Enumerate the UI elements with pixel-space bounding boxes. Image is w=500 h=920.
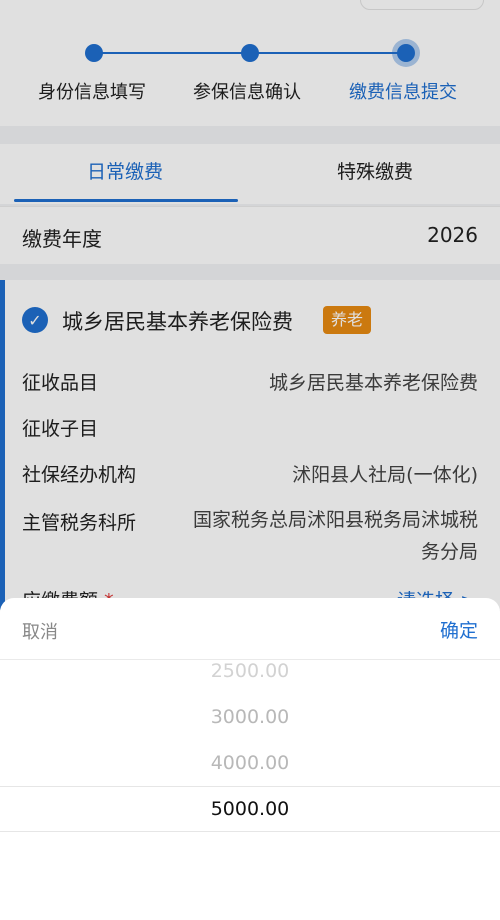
picker-option[interactable]: 4000.00 bbox=[0, 752, 500, 774]
amount-picker-sheet: 取消 确定 2500.00 3000.00 4000.00 5000.00 bbox=[0, 598, 500, 920]
picker-option[interactable]: 3000.00 bbox=[0, 706, 500, 728]
cancel-button[interactable]: 取消 bbox=[22, 618, 58, 644]
picker-option[interactable]: 2500.00 bbox=[0, 660, 500, 682]
confirm-button[interactable]: 确定 bbox=[440, 616, 478, 643]
picker-header: 取消 确定 bbox=[0, 598, 500, 660]
picker-option-selected[interactable]: 5000.00 bbox=[0, 798, 500, 820]
